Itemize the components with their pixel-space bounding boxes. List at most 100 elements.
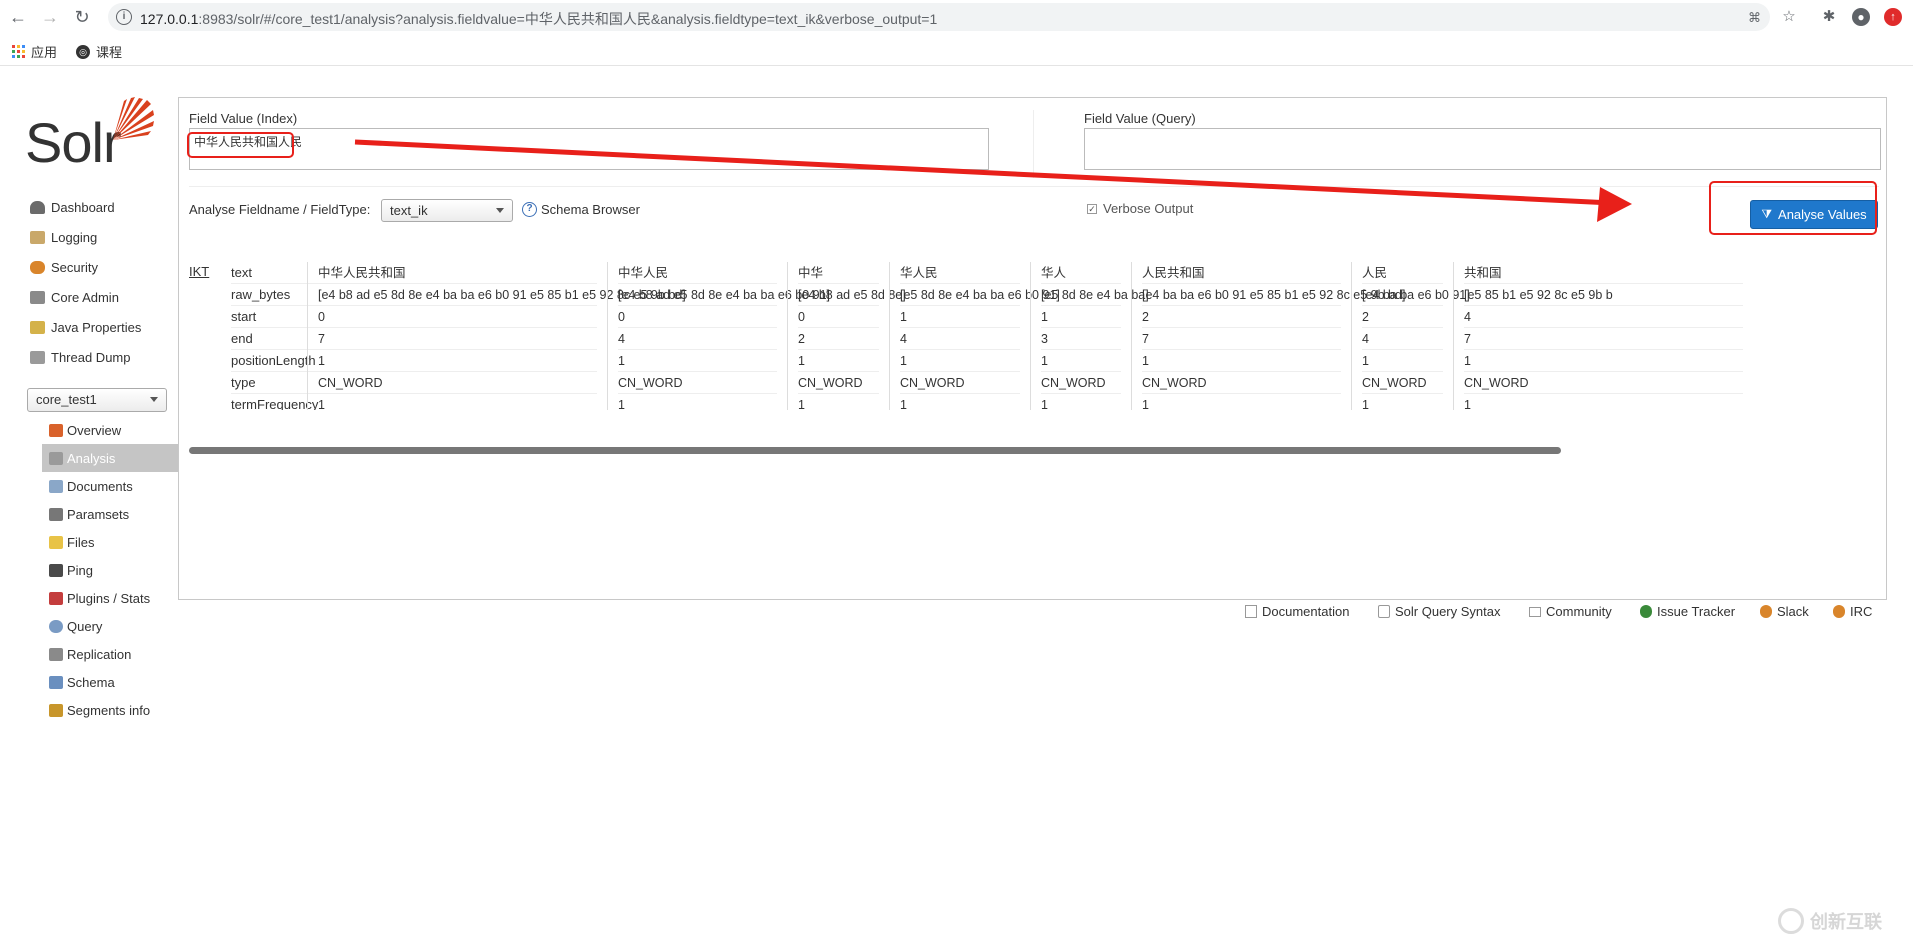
bookmark-courses[interactable]: ◎ 课程 [76,42,122,61]
extensions-puzzle-icon[interactable]: ✱ [1820,8,1838,26]
solr-logo[interactable]: Solr [25,94,160,174]
menu-item-label: Logging [51,229,98,245]
footer-link-documentation[interactable]: Documentation [1245,604,1349,619]
token-positionlength: 1 [1362,350,1443,372]
bookmark-apps[interactable]: 应用 [12,42,57,61]
address-bar[interactable]: i 127.0.0.1:8983/solr/#/core_test1/analy… [108,3,1770,31]
java-properties-icon [30,320,45,334]
token-column: 中华[e4 b8 ad e5 8d 8e]021CN_WORD13 [787,262,906,410]
home-icon [49,423,63,437]
query-field-value-input[interactable] [1084,128,1881,170]
verbose-output-toggle[interactable]: ✓ Verbose Output [1087,201,1193,216]
tokenizer-name[interactable]: IKT [189,264,209,279]
reload-icon[interactable]: ↻ [70,5,94,29]
token-termfrequency: 1 [1142,394,1341,410]
core-item-schema[interactable]: Schema [42,668,178,696]
token-text: 中华 [798,262,879,284]
token-column: 华人民 [e5 8d 8e e4 ba ba e6 b0 91] 1 4 1 CN_WOR… [889,262,1060,410]
url-text[interactable]: 127.0.0.1:8983/solr/#/core_test1/analysi… [140,9,937,29]
core-item-label: Analysis [67,450,116,466]
token-column: 共和国 [e5 85 b1 e5 92 8c e5 9b b 4 7 1 CN_WORD 1… [1453,262,1753,410]
token-end: 4 [618,328,777,350]
menu-item-security[interactable]: Security [30,252,180,282]
dashboard-icon [30,200,45,214]
thread-dump-icon [30,350,45,364]
token-end: 7 [1142,328,1341,350]
horizontal-scrollbar[interactable] [189,447,1561,454]
menu-item-java-properties[interactable]: Java Properties [30,312,180,342]
token-positionlength: 1 [798,350,879,372]
core-item-plugins-stats[interactable]: Plugins / Stats [42,584,178,612]
token-type: CN_WORD [1362,372,1443,394]
core-item-ping[interactable]: Ping [42,556,178,584]
forward-arrow-icon[interactable]: → [38,5,62,29]
core-item-paramsets[interactable]: Paramsets [42,500,178,528]
translate-icon[interactable]: ⌘ [1748,10,1761,26]
menu-item-label: Thread Dump [51,349,131,365]
verbose-checkbox[interactable]: ✓ [1087,203,1097,214]
menu-item-dashboard[interactable]: Dashboard [30,192,180,222]
query-syntax-icon [1378,605,1390,618]
token-text: 华人 [1041,262,1121,284]
core-item-segments-info[interactable]: Segments info [42,696,178,724]
menu-item-thread-dump[interactable]: Thread Dump [30,342,180,372]
token-start: 2 [1142,306,1341,328]
token-text: 中华人民共和国 [318,262,597,284]
replication-icon [49,647,63,661]
apps-grid-icon [12,45,25,58]
core-item-replication[interactable]: Replication [42,640,178,668]
menu-item-core-admin[interactable]: Core Admin [30,282,180,312]
annotation-highlight-button [1709,181,1877,235]
token-positionlength: 1 [1142,350,1341,372]
analysis-result: IKT text raw_bytes start end positionLength t… [189,262,1879,410]
footer-link-label: Documentation [1262,604,1350,619]
token-end: 2 [798,328,879,350]
footer-link-slack[interactable]: Slack [1760,604,1809,619]
footer-link-community[interactable]: Community [1529,604,1612,619]
core-item-overview[interactable]: Overview [42,416,178,444]
back-arrow-icon[interactable]: ← [6,5,30,29]
footer-link-solr-query-syntax[interactable]: Solr Query Syntax [1378,604,1501,619]
token-column: 中华人民共和国 [e4 b8 ad e5 8d 8e e4 ba ba e6 b0… [307,262,686,410]
token-raw_bytes: [e5 85 b1 e5 92 8c e5 9b b [1464,284,1743,306]
core-item-analysis[interactable]: Analysis [42,444,178,472]
site-info-icon[interactable]: i [116,9,132,25]
token-type: CN_WORD [318,372,597,394]
field-divider [1033,110,1034,178]
token-termfrequency: 1 [1041,394,1121,410]
token-termfrequency: 1 [318,394,597,410]
token-start: 4 [1464,306,1743,328]
token-end: 4 [1362,328,1443,350]
token-column: 中华人民 [e4 b8 ad e5 8d 8e e4 ba ba e6 b0 91… [607,262,830,410]
core-item-label: Schema [67,674,115,690]
core-item-label: Documents [67,478,133,494]
core-selector[interactable]: core_test1 [27,388,167,412]
footer-link-label: IRC [1850,604,1873,619]
token-text: 共和国 [1464,262,1743,284]
fieldtype-select[interactable]: text_ik [381,199,513,222]
profile-avatar-icon[interactable]: ● [1852,8,1870,26]
ping-icon [49,563,63,577]
schema-browser-link[interactable]: Schema Browser [541,202,640,217]
core-item-query[interactable]: Query [42,612,178,640]
token-text: 人民共和国 [1142,262,1341,284]
footer-link-issue-tracker[interactable]: Issue Tracker [1640,604,1735,619]
query-field-label: Field Value (Query) [1084,111,1196,126]
menu-item-label: Security [51,259,98,275]
mail-icon [1529,606,1541,617]
browser-chrome: ← → ↻ i 127.0.0.1:8983/solr/#/core_test1… [0,0,1913,66]
update-icon[interactable]: ↑ [1884,8,1902,26]
core-menu: Overview Analysis Documents Paramsets Fi… [42,416,178,724]
menu-item-logging[interactable]: Logging [30,222,180,252]
token-text: 中华人民 [618,262,777,284]
watermark-logo-icon [1778,908,1804,934]
help-icon[interactable]: ? [522,202,537,217]
core-item-files[interactable]: Files [42,528,178,556]
core-item-documents[interactable]: Documents [42,472,178,500]
token-type: CN_WORD [1142,372,1341,394]
core-item-label: Overview [67,422,122,438]
bookmark-star-icon[interactable]: ☆ [1780,8,1798,26]
footer-link-irc[interactable]: IRC [1833,604,1872,619]
index-field-value-input[interactable]: 中华人民共和国人民 [189,128,989,170]
plugins-icon [49,591,63,605]
